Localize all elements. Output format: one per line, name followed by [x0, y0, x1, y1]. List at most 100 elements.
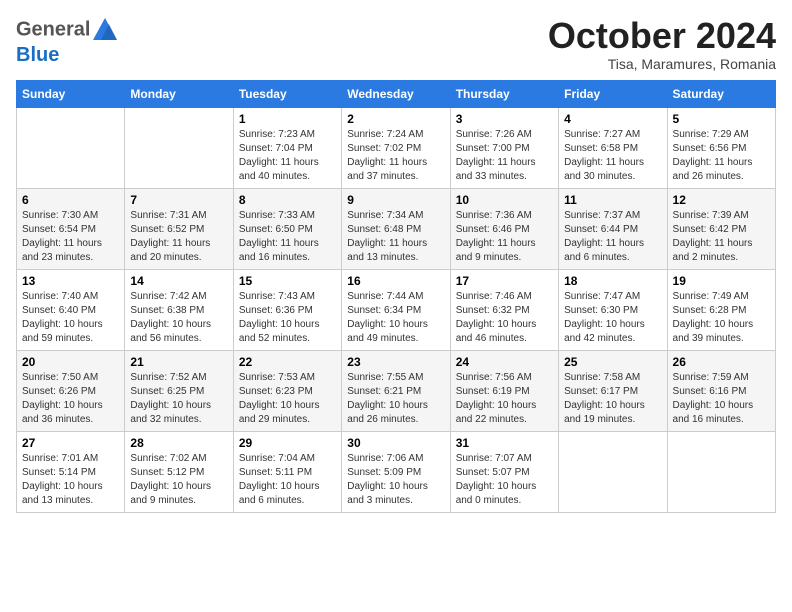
- weekday-header: Friday: [559, 80, 667, 107]
- day-number: 1: [239, 112, 336, 126]
- weekday-header: Sunday: [17, 80, 125, 107]
- day-number: 27: [22, 436, 119, 450]
- weekday-header: Tuesday: [233, 80, 341, 107]
- day-number: 23: [347, 355, 444, 369]
- calendar-cell: 7 Sunrise: 7:31 AM Sunset: 6:52 PM Daylig…: [125, 188, 233, 269]
- day-detail: Sunrise: 7:46 AM Sunset: 6:32 PM Dayligh…: [456, 290, 553, 346]
- calendar-cell: 3Sunrise: 7:26 AM Sunset: 7:00 PM Daylig…: [450, 107, 558, 188]
- day-number: 30: [347, 436, 444, 450]
- day-detail: Sunrise: 7:36 AM Sunset: 6:46 PM Dayligh…: [456, 209, 553, 265]
- calendar-cell: 31 Sunrise: 7:07 AM Sunset: 5:07 PM Dayli…: [450, 431, 558, 512]
- day-number: 4: [564, 112, 661, 126]
- calendar-cell: 30 Sunrise: 7:06 AM Sunset: 5:09 PM Dayli…: [342, 431, 450, 512]
- day-number: 31: [456, 436, 553, 450]
- day-number: 16: [347, 274, 444, 288]
- logo-blue: Blue: [16, 44, 59, 66]
- calendar-cell: 4 Sunrise: 7:27 AM Sunset: 6:58 PM Daylig…: [559, 107, 667, 188]
- day-detail: Sunrise: 7:58 AM Sunset: 6:17 PM Dayligh…: [564, 371, 661, 427]
- day-detail: Sunrise: 7:06 AM Sunset: 5:09 PM Dayligh…: [347, 452, 444, 508]
- page-header: General Blue October 2024 Tisa, Maramure…: [16, 16, 776, 72]
- day-number: 24: [456, 355, 553, 369]
- day-detail: Sunrise: 7:33 AM Sunset: 6:50 PM Dayligh…: [239, 209, 336, 265]
- title-area: October 2024 Tisa, Maramures, Romania: [548, 16, 776, 72]
- day-number: 9: [347, 193, 444, 207]
- day-number: 18: [564, 274, 661, 288]
- day-detail: Sunrise: 7:30 AM Sunset: 6:54 PM Dayligh…: [22, 209, 119, 265]
- calendar-cell: 24 Sunrise: 7:56 AM Sunset: 6:19 PM Dayli…: [450, 350, 558, 431]
- day-detail: Sunrise: 7:23 AM Sunset: 7:04 PM Dayligh…: [239, 128, 336, 184]
- calendar-cell: 12 Sunrise: 7:39 AM Sunset: 6:42 PM Dayli…: [667, 188, 775, 269]
- day-detail: Sunrise: 7:37 AM Sunset: 6:44 PM Dayligh…: [564, 209, 661, 265]
- calendar-cell: 10 Sunrise: 7:36 AM Sunset: 6:46 PM Dayli…: [450, 188, 558, 269]
- day-number: 12: [673, 193, 770, 207]
- calendar-cell: [559, 431, 667, 512]
- day-number: 20: [22, 355, 119, 369]
- day-detail: Sunrise: 7:43 AM Sunset: 6:36 PM Dayligh…: [239, 290, 336, 346]
- calendar-cell: 23 Sunrise: 7:55 AM Sunset: 6:21 PM Dayli…: [342, 350, 450, 431]
- location: Tisa, Maramures, Romania: [548, 56, 776, 72]
- day-detail: Sunrise: 7:53 AM Sunset: 6:23 PM Dayligh…: [239, 371, 336, 427]
- calendar-cell: 18 Sunrise: 7:47 AM Sunset: 6:30 PM Dayli…: [559, 269, 667, 350]
- day-number: 25: [564, 355, 661, 369]
- day-number: 22: [239, 355, 336, 369]
- weekday-header: Saturday: [667, 80, 775, 107]
- calendar-cell: 1 Sunrise: 7:23 AM Sunset: 7:04 PM Daylig…: [233, 107, 341, 188]
- day-number: 15: [239, 274, 336, 288]
- day-detail: Sunrise: 7:50 AM Sunset: 6:26 PM Dayligh…: [22, 371, 119, 427]
- day-detail: Sunrise: 7:59 AM Sunset: 6:16 PM Dayligh…: [673, 371, 770, 427]
- calendar-cell: 2 Sunrise: 7:24 AM Sunset: 7:02 PM Daylig…: [342, 107, 450, 188]
- calendar-cell: 9 Sunrise: 7:34 AM Sunset: 6:48 PM Daylig…: [342, 188, 450, 269]
- calendar-cell: [17, 107, 125, 188]
- calendar-cell: [667, 431, 775, 512]
- calendar-cell: 6Sunrise: 7:30 AM Sunset: 6:54 PM Daylig…: [17, 188, 125, 269]
- logo-general: General: [16, 18, 90, 40]
- day-number: 14: [130, 274, 227, 288]
- day-detail: Sunrise: 7:44 AM Sunset: 6:34 PM Dayligh…: [347, 290, 444, 346]
- weekday-header: Monday: [125, 80, 233, 107]
- calendar-cell: 21 Sunrise: 7:52 AM Sunset: 6:25 PM Dayli…: [125, 350, 233, 431]
- calendar-cell: 13Sunrise: 7:40 AM Sunset: 6:40 PM Dayli…: [17, 269, 125, 350]
- calendar-cell: 29 Sunrise: 7:04 AM Sunset: 5:11 PM Dayli…: [233, 431, 341, 512]
- logo: General Blue: [16, 16, 120, 66]
- day-number: 5: [673, 112, 770, 126]
- calendar-cell: 25 Sunrise: 7:58 AM Sunset: 6:17 PM Dayli…: [559, 350, 667, 431]
- day-number: 8: [239, 193, 336, 207]
- calendar-cell: 15 Sunrise: 7:43 AM Sunset: 6:36 PM Dayli…: [233, 269, 341, 350]
- day-number: 10: [456, 193, 553, 207]
- day-detail: Sunrise: 7:02 AM Sunset: 5:12 PM Dayligh…: [130, 452, 227, 508]
- weekday-header: Thursday: [450, 80, 558, 107]
- day-number: 2: [347, 112, 444, 126]
- day-number: 17: [456, 274, 553, 288]
- calendar-cell: 5 Sunrise: 7:29 AM Sunset: 6:56 PM Daylig…: [667, 107, 775, 188]
- day-detail: Sunrise: 7:49 AM Sunset: 6:28 PM Dayligh…: [673, 290, 770, 346]
- day-detail: Sunrise: 7:56 AM Sunset: 6:19 PM Dayligh…: [456, 371, 553, 427]
- calendar-cell: 22 Sunrise: 7:53 AM Sunset: 6:23 PM Dayli…: [233, 350, 341, 431]
- day-detail: Sunrise: 7:34 AM Sunset: 6:48 PM Dayligh…: [347, 209, 444, 265]
- day-number: 28: [130, 436, 227, 450]
- day-number: 7: [130, 193, 227, 207]
- calendar-cell: 14Sunrise: 7:42 AM Sunset: 6:38 PM Dayli…: [125, 269, 233, 350]
- calendar-cell: 8 Sunrise: 7:33 AM Sunset: 6:50 PM Daylig…: [233, 188, 341, 269]
- day-detail: Sunrise: 7:39 AM Sunset: 6:42 PM Dayligh…: [673, 209, 770, 265]
- day-number: 13: [22, 274, 119, 288]
- calendar-cell: 28 Sunrise: 7:02 AM Sunset: 5:12 PM Dayli…: [125, 431, 233, 512]
- day-detail: Sunrise: 7:55 AM Sunset: 6:21 PM Dayligh…: [347, 371, 444, 427]
- day-detail: Sunrise: 7:26 AM Sunset: 7:00 PM Dayligh…: [456, 128, 553, 184]
- day-detail: Sunrise: 7:27 AM Sunset: 6:58 PM Dayligh…: [564, 128, 661, 184]
- calendar-cell: 19 Sunrise: 7:49 AM Sunset: 6:28 PM Dayli…: [667, 269, 775, 350]
- day-number: 21: [130, 355, 227, 369]
- calendar-cell: 27 Sunrise: 7:01 AM Sunset: 5:14 PM Dayli…: [17, 431, 125, 512]
- day-detail: Sunrise: 7:01 AM Sunset: 5:14 PM Dayligh…: [22, 452, 119, 508]
- day-detail: Sunrise: 7:52 AM Sunset: 6:25 PM Dayligh…: [130, 371, 227, 427]
- day-detail: Sunrise: 7:29 AM Sunset: 6:56 PM Dayligh…: [673, 128, 770, 184]
- day-detail: Sunrise: 7:07 AM Sunset: 5:07 PM Dayligh…: [456, 452, 553, 508]
- day-number: 29: [239, 436, 336, 450]
- day-number: 19: [673, 274, 770, 288]
- day-detail: Sunrise: 7:04 AM Sunset: 5:11 PM Dayligh…: [239, 452, 336, 508]
- calendar-cell: 20 Sunrise: 7:50 AM Sunset: 6:26 PM Dayli…: [17, 350, 125, 431]
- day-detail: Sunrise: 7:24 AM Sunset: 7:02 PM Dayligh…: [347, 128, 444, 184]
- day-detail: Sunrise: 7:47 AM Sunset: 6:30 PM Dayligh…: [564, 290, 661, 346]
- calendar-table: SundayMondayTuesdayWednesdayThursdayFrid…: [16, 80, 776, 513]
- calendar-cell: 26Sunrise: 7:59 AM Sunset: 6:16 PM Dayli…: [667, 350, 775, 431]
- day-detail: Sunrise: 7:31 AM Sunset: 6:52 PM Dayligh…: [130, 209, 227, 265]
